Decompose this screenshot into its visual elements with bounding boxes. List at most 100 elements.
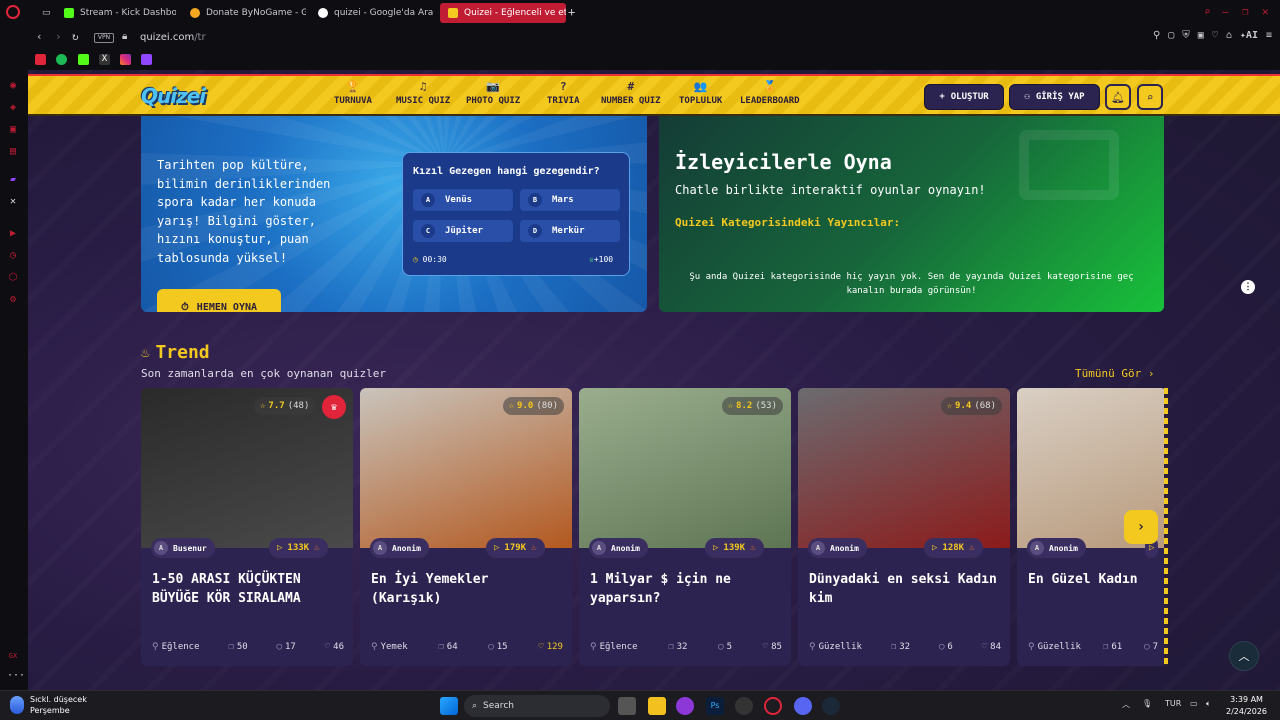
tab-quizei[interactable]: Quizei - Eğlenceli ve etkile xyxy=(440,3,566,23)
quiz-title[interactable]: 1 Milyar $ için ne yaparsın? xyxy=(590,570,782,608)
kick-bookmark-icon[interactable] xyxy=(78,54,89,65)
search-tabs-icon[interactable]: ⌕ xyxy=(1204,5,1211,18)
login-button[interactable]: ⚇ GİRİŞ YAP xyxy=(1009,84,1100,110)
quiz-card[interactable]: ☆ 7.7 (48) ♛ A Busenur ▷ 133K ♨ 1-50 ARASI KÜ… xyxy=(141,388,353,666)
back-icon[interactable]: ‹ xyxy=(36,30,43,43)
tray-expand-icon[interactable]: ︿ xyxy=(1122,699,1130,710)
scroll-to-top-button[interactable]: ︿ xyxy=(1229,641,1259,671)
nav-leaderboard[interactable]: 🏅 LEADERBOARD xyxy=(740,81,800,107)
menu-icon[interactable]: ≡ xyxy=(1266,30,1272,41)
pin-icon[interactable]: ⚲ xyxy=(1153,30,1160,41)
play-now-button[interactable]: ⏱ HEMEN OYNA xyxy=(157,289,281,312)
quiz-thumbnail[interactable] xyxy=(141,388,353,548)
more-options-icon[interactable]: ⋮ xyxy=(1241,280,1255,294)
author-chip[interactable]: A Anonim xyxy=(808,538,867,558)
spotify-bookmark-icon[interactable] xyxy=(56,54,67,65)
nav-photo-quiz[interactable]: 📷 PHOTO QUIZ xyxy=(466,81,520,107)
quiz-card[interactable]: ☆ 9.4 (68) A Anonim ▷ 128K ♨ Dünyadaki en sek… xyxy=(798,388,1010,666)
language-indicator[interactable]: TUR xyxy=(1165,699,1181,708)
messenger-icon[interactable]: ◈ xyxy=(7,102,19,114)
quiz-title[interactable]: Dünyadaki en seksi Kadın kim xyxy=(809,570,1001,608)
obs-icon[interactable] xyxy=(735,697,753,715)
author-chip[interactable]: A Busenur xyxy=(151,538,215,558)
snapshot-icon[interactable]: ▢ xyxy=(1168,30,1174,41)
comment-count[interactable]: ◯ 17 xyxy=(277,642,296,652)
opera-gx-taskbar-icon[interactable] xyxy=(764,697,782,715)
quiz-title[interactable]: En İyi Yemekler (Karışık) xyxy=(371,570,563,608)
wallet-icon[interactable]: ▣ xyxy=(1198,30,1204,41)
weather-widget[interactable]: Sıckl. düşecek Perşembe xyxy=(10,694,87,716)
tab-kick-dashboard[interactable]: Stream - Kick Dashboard xyxy=(56,3,176,23)
nav-trivia[interactable]: ? TRIVIA xyxy=(547,81,580,107)
reload-icon[interactable]: ↻ xyxy=(72,30,79,43)
photoshop-icon[interactable]: Ps xyxy=(706,697,724,715)
quiz-title[interactable]: En Güzel Kadın xyxy=(1028,570,1158,589)
instagram-sidebar-icon[interactable]: ▣ xyxy=(7,124,19,136)
steam-icon[interactable] xyxy=(822,697,840,715)
comment-count[interactable]: ◯ 15 xyxy=(488,642,507,652)
taskbar-search[interactable]: ⌕ Search xyxy=(464,695,610,717)
maximize-icon[interactable]: ❐ xyxy=(1242,5,1249,18)
quiz-option-a[interactable]: A Venüs xyxy=(413,189,513,211)
url-field[interactable]: quizei.com/tr xyxy=(140,32,206,43)
minimize-icon[interactable]: — xyxy=(1222,5,1229,18)
x-bookmark-icon[interactable]: X xyxy=(99,54,110,65)
see-all-link[interactable]: Tümünü Gör › xyxy=(1075,367,1154,380)
discord-icon[interactable] xyxy=(794,697,812,715)
nav-number-quiz[interactable]: # NUMBER QUIZ xyxy=(601,81,661,107)
nav-music-quiz[interactable]: ♫ MUSIC QUIZ xyxy=(396,81,450,107)
vpn-badge[interactable]: VPN xyxy=(94,33,114,43)
taskbar-clock[interactable]: 3:39 AM 2/24/2026 xyxy=(1226,694,1267,718)
opera-logo-icon[interactable] xyxy=(6,5,20,19)
like-count[interactable]: ♡ 84 xyxy=(982,642,1001,652)
aria-ai-button[interactable]: ✦AI xyxy=(1240,30,1258,41)
workspace-icon[interactable]: ▭ xyxy=(34,3,56,23)
quiz-option-b[interactable]: B Mars xyxy=(520,189,620,211)
volume-icon[interactable]: 🔈︎ xyxy=(1206,699,1211,709)
history-icon[interactable]: ◷ xyxy=(7,250,19,262)
create-button[interactable]: + OLUŞTUR xyxy=(924,84,1004,110)
author-chip[interactable]: A Anonim xyxy=(1027,538,1086,558)
like-count[interactable]: ♡ 129 xyxy=(538,642,563,652)
player-icon[interactable]: ▶ xyxy=(7,228,19,240)
extensions-icon[interactable]: ⬡ xyxy=(7,272,19,284)
twitch-bookmark-icon[interactable] xyxy=(141,54,152,65)
quiz-card[interactable]: ☆ 8.2 (53) A Anonim ▷ 139K ♨ 1 Milyar $ için … xyxy=(579,388,791,666)
instagram-bookmark-icon[interactable] xyxy=(120,54,131,65)
quiz-card[interactable]: ☆ 9.0 (80) A Anonim ▷ 179K ♨ En İyi Yemekler … xyxy=(360,388,572,666)
task-view-icon[interactable] xyxy=(618,697,636,715)
heart-icon[interactable]: ♡ xyxy=(1212,30,1218,41)
notifications-bell-icon[interactable]: 🔔︎ xyxy=(1105,84,1131,110)
microphone-icon[interactable]: 🎙︎ xyxy=(1142,699,1152,708)
gx-icon[interactable]: GX xyxy=(7,650,19,662)
quiz-option-c[interactable]: C Jüpiter xyxy=(413,220,513,242)
carousel-next-button[interactable]: › xyxy=(1124,510,1158,544)
nav-topluluk[interactable]: 👥 TOPLULUK xyxy=(679,81,722,107)
author-chip[interactable]: A Anonim xyxy=(589,538,648,558)
comment-count[interactable]: ◯ 5 xyxy=(718,642,732,652)
author-chip[interactable]: A Anonim xyxy=(370,538,429,558)
settings-icon[interactable]: ⚙ xyxy=(7,294,19,306)
youtube-bookmark-icon[interactable] xyxy=(35,54,46,65)
file-explorer-icon[interactable] xyxy=(648,697,666,715)
comment-count[interactable]: ◯ 7 xyxy=(1144,642,1158,652)
tab-google-search[interactable]: quizei - Google'da Ara xyxy=(310,3,434,23)
network-icon[interactable]: ▭ xyxy=(1190,699,1198,708)
new-tab-button[interactable]: + xyxy=(568,5,575,19)
x-sidebar-icon[interactable]: ✕ xyxy=(7,196,19,208)
quizei-logo[interactable]: Quizei xyxy=(141,84,206,108)
quiz-option-d[interactable]: D Merkür xyxy=(520,220,620,242)
app-purple-icon[interactable] xyxy=(676,697,694,715)
like-count[interactable]: ♡ 46 xyxy=(325,642,344,652)
telegram-icon[interactable]: ▤ xyxy=(7,146,19,158)
forward-icon[interactable]: › xyxy=(55,30,62,43)
like-count[interactable]: ♡ 85 xyxy=(763,642,782,652)
windows-start-icon[interactable] xyxy=(440,697,458,715)
tab-donate-bynogame[interactable]: Donate ByNoGame - Gelen xyxy=(182,3,306,23)
search-icon[interactable]: ⌕ xyxy=(1137,84,1163,110)
aria-sidebar-icon[interactable]: ◉ xyxy=(7,80,19,92)
twitch-sidebar-icon[interactable]: ▰ xyxy=(7,174,19,186)
close-window-icon[interactable]: ✕ xyxy=(1262,5,1269,18)
shield-icon[interactable]: ⛨ xyxy=(1182,30,1190,41)
quiz-title[interactable]: 1-50 ARASI KÜÇÜKTEN BÜYÜĞE KÖR SIRALAMA xyxy=(152,570,344,608)
